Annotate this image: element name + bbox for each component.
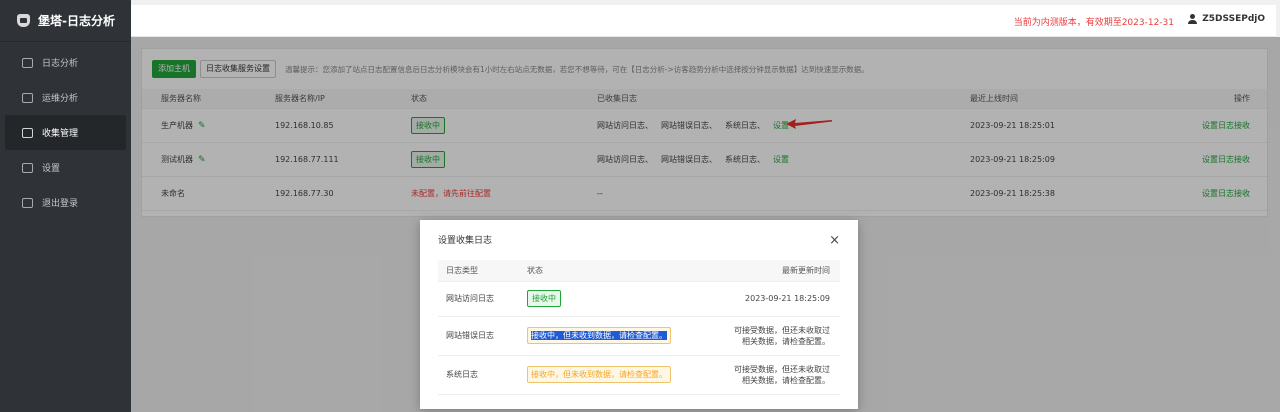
dialog-title: 设置收集日志 xyxy=(438,236,493,246)
updated-line: 相关数据，请检查配置。 xyxy=(742,336,830,346)
sidebar-item-logout[interactable]: 退出登录 xyxy=(0,185,131,220)
table-row: 系统日志 接收中，但未收到数据，请检查配置。 可接受数据，但还未收取过 相关数据，… xyxy=(438,355,840,395)
brand-title: 堡塔-日志分析 xyxy=(38,14,115,28)
log-type-table: 日志类型 状态 最新更新时间 网站访问日志 接收中 2023-09-21 18:… xyxy=(438,260,840,395)
status-warning-badge: 接收中，但未收到数据，请检查配置。 xyxy=(527,366,671,383)
user-icon xyxy=(1188,14,1198,24)
log-type-name: 系统日志 xyxy=(438,355,519,395)
status-cell: 接收中 xyxy=(519,281,709,317)
sidebar-item-label: 收集管理 xyxy=(42,129,79,139)
close-icon[interactable]: × xyxy=(829,233,840,248)
updated-time: 可接受数据，但还未收取过 相关数据，请检查配置。 xyxy=(709,316,840,356)
user-menu[interactable]: Z5DSSEPdjO xyxy=(1188,14,1265,24)
settings-icon xyxy=(22,162,33,173)
log-type-name: 网站访问日志 xyxy=(438,281,519,317)
updated-line: 相关数据，请检查配置。 xyxy=(742,375,830,385)
column-header: 日志类型 xyxy=(438,260,519,282)
column-header: 状态 xyxy=(519,260,709,282)
sidebar-item-label: 退出登录 xyxy=(42,199,79,209)
sidebar: 堡塔-日志分析 日志分析 运维分析 收集管理 设置 退出登录 xyxy=(0,0,131,412)
sidebar-nav: 日志分析 运维分析 收集管理 设置 退出登录 xyxy=(0,45,131,220)
status-warning-badge: 接收中，但未收到数据，请检查配置。 xyxy=(527,327,671,344)
sidebar-item-settings[interactable]: 设置 xyxy=(0,150,131,185)
status-cell: 接收中，但未收到数据，请检查配置。 xyxy=(519,316,709,356)
sidebar-item-collection-management[interactable]: 收集管理 xyxy=(5,115,126,150)
status-warning-text: 接收中，但未收到数据，请检查配置。 xyxy=(531,331,667,340)
sidebar-item-label: 运维分析 xyxy=(42,94,79,104)
column-header: 最新更新时间 xyxy=(709,260,840,282)
sidebar-item-ops-analysis[interactable]: 运维分析 xyxy=(0,80,131,115)
table-row: 网站访问日志 接收中 2023-09-21 18:25:09 xyxy=(438,281,840,317)
username: Z5DSSEPdjO xyxy=(1202,14,1265,24)
status-cell: 接收中，但未收到数据，请检查配置。 xyxy=(519,355,709,395)
updated-time: 2023-09-21 18:25:09 xyxy=(709,281,840,317)
updated-line: 可接受数据，但还未收取过 xyxy=(734,364,830,374)
logout-icon xyxy=(22,197,33,208)
brand: 堡塔-日志分析 xyxy=(0,0,131,42)
log-type-name: 网站错误日志 xyxy=(438,316,519,356)
version-notice: 当前为内测版本，有效期至2023-12-31 xyxy=(1013,18,1174,28)
sidebar-item-label: 设置 xyxy=(42,164,61,174)
sidebar-item-log-analysis[interactable]: 日志分析 xyxy=(0,45,131,80)
table-header: 日志类型 状态 最新更新时间 xyxy=(438,260,840,282)
updated-line: 可接受数据，但还未收取过 xyxy=(734,325,830,335)
monitor-icon xyxy=(22,92,33,103)
bt-logo-icon xyxy=(17,14,30,27)
sidebar-item-label: 日志分析 xyxy=(42,59,79,69)
clipboard-icon xyxy=(22,127,33,138)
collect-log-settings-dialog: 设置收集日志 × 日志类型 状态 最新更新时间 网站访问日志 接收中 2023-… xyxy=(420,220,858,409)
status-warning-text: 接收中，但未收到数据，请检查配置。 xyxy=(531,370,667,379)
updated-line: 2023-09-21 18:25:09 xyxy=(745,294,830,303)
top-bar: 当前为内测版本，有效期至2023-12-31 Z5DSSEPdjO xyxy=(131,5,1276,37)
document-icon xyxy=(22,57,33,68)
status-badge: 接收中 xyxy=(527,290,561,307)
updated-time: 可接受数据，但还未收取过 相关数据，请检查配置。 xyxy=(709,355,840,395)
table-row: 网站错误日志 接收中，但未收到数据，请检查配置。 可接受数据，但还未收取过 相关数… xyxy=(438,316,840,356)
